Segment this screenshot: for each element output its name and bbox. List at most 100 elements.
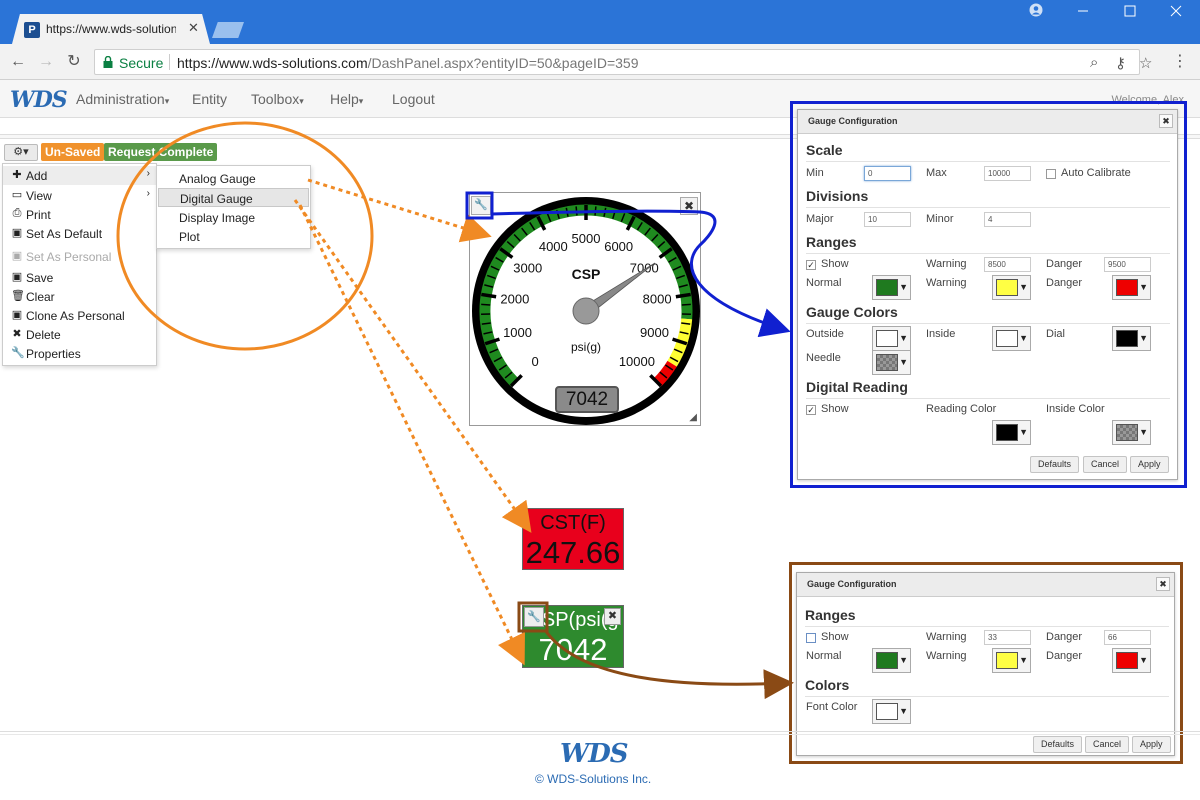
menu-item-add[interactable]: ✚ Add › — [3, 166, 156, 185]
menu-item-view[interactable]: ▭ View › — [3, 186, 156, 205]
font-color-picker[interactable]: ▼ — [872, 699, 911, 724]
digital-gauge-value: 247.66 — [525, 535, 621, 570]
submenu-digital-gauge[interactable]: Digital Gauge — [158, 188, 309, 207]
menu-item-clone-personal[interactable]: ▣ Clone As Personal — [3, 306, 156, 325]
menu-item-print[interactable]: ⎙ Print — [3, 205, 156, 224]
nav-entity[interactable]: Entity — [192, 91, 227, 107]
divisions-major-input[interactable]: 10 — [864, 212, 911, 227]
apply-button[interactable]: Apply — [1130, 456, 1169, 473]
orange-arrow-analog — [307, 178, 492, 243]
menu-item-set-personal: ▣ Set As Personal — [3, 247, 156, 266]
unsaved-badge: Un-Saved — [41, 143, 105, 161]
outside-color-picker[interactable]: ▼ — [872, 326, 911, 351]
url-input[interactable]: Secure https://www.wds-solutions.com/Das… — [94, 49, 1152, 75]
url-text: https://www.wds-solutions.com/DashPanel.… — [177, 55, 638, 71]
danger-threshold-input[interactable]: 66 — [1104, 630, 1151, 645]
dialog-close-icon[interactable]: ✖ — [1156, 577, 1170, 591]
ranges-show-checkbox[interactable]: ✓ — [806, 260, 816, 270]
address-bar-area: ← → ↻ Secure https://www.wds-solutions.c… — [0, 44, 1200, 80]
menu-item-delete[interactable]: ✖ Delete — [3, 325, 156, 344]
cancel-button[interactable]: Cancel — [1085, 736, 1130, 753]
menu-item-set-default[interactable]: ▣ Set As Default — [3, 224, 156, 243]
browser-tab[interactable]: P https://www.wds-solution ✕ — [12, 14, 210, 44]
danger-threshold-input[interactable]: 9500 — [1104, 257, 1151, 272]
submenu-display-image[interactable]: Display Image — [158, 208, 309, 227]
browser-menu-icon[interactable]: ⋮ — [1170, 52, 1190, 72]
back-icon[interactable]: ← — [8, 52, 28, 72]
danger-color-picker[interactable]: ▼ — [1112, 648, 1151, 673]
warning-color-picker[interactable]: ▼ — [992, 275, 1031, 300]
warning-threshold-input[interactable]: 8500 — [984, 257, 1031, 272]
reload-icon[interactable]: ↻ — [64, 52, 84, 72]
needle-color-picker[interactable]: ▼ — [872, 350, 911, 375]
nav-administration[interactable]: Administration▾ — [76, 91, 169, 107]
cancel-button[interactable]: Cancel — [1083, 456, 1128, 473]
ranges-show-checkbox[interactable] — [806, 633, 816, 643]
menu-item-clear[interactable]: 🗑 Clear — [3, 287, 156, 306]
dialog-close-icon[interactable]: ✖ — [1159, 114, 1173, 128]
menu-item-label: Delete — [26, 328, 61, 342]
section-ranges: Ranges — [805, 607, 856, 623]
new-tab-button[interactable] — [212, 22, 244, 38]
normal-color-swatch — [876, 652, 898, 669]
minimize-icon[interactable] — [1063, 2, 1103, 24]
digital-reading-show-checkbox[interactable]: ✓ — [806, 405, 816, 415]
inside-color-picker[interactable]: ▼ — [992, 326, 1031, 351]
save-icon: ▣ — [11, 250, 23, 262]
danger-color-picker[interactable]: ▼ — [1112, 275, 1151, 300]
forward-icon[interactable]: → — [36, 52, 56, 72]
digital-gauge-cst[interactable]: CST(F) 247.66 — [522, 508, 624, 570]
nav-toolbox[interactable]: Toolbox▾ — [251, 91, 304, 107]
nav-help[interactable]: Help▾ — [330, 91, 363, 107]
key-icon[interactable]: ⚷ — [1115, 54, 1126, 72]
dialog-header: Gauge Configuration ✖ — [798, 110, 1177, 134]
zoom-icon[interactable]: ⌕ — [1090, 54, 1098, 71]
menu-item-save[interactable]: ▣ Save — [3, 268, 156, 287]
reading-color-picker[interactable]: ▼ — [992, 420, 1031, 445]
submenu-label: Display Image — [179, 211, 256, 225]
warning-label: Warning — [926, 631, 967, 643]
scale-min-input[interactable]: 0 — [864, 166, 911, 181]
divisions-minor-input[interactable]: 4 — [984, 212, 1031, 227]
dial-color-swatch — [1116, 330, 1138, 347]
danger-label: Danger — [1046, 258, 1083, 270]
gear-menu-button[interactable]: ⚙▾ — [4, 144, 38, 161]
menu-item-label: View — [26, 189, 52, 203]
submenu-analog-gauge[interactable]: Analog Gauge — [158, 169, 309, 188]
gauge-digital-reading: 7042 — [555, 386, 619, 413]
wds-logo[interactable]: WDS — [10, 87, 68, 113]
warning-threshold-input[interactable]: 33 — [984, 630, 1031, 645]
inside-color-picker-reading[interactable]: ▼ — [1112, 420, 1151, 445]
profile-icon[interactable] — [1016, 2, 1056, 24]
normal-color-picker[interactable]: ▼ — [872, 648, 911, 673]
inside-color-swatch — [996, 330, 1018, 347]
tab-close-icon[interactable]: ✕ — [188, 20, 199, 36]
caret-down-icon: ▾ — [164, 96, 170, 106]
defaults-button[interactable]: Defaults — [1030, 456, 1080, 473]
analog-gauge-widget[interactable]: 0 1000 2000 3000 4000 5000 6000 7000 8000 9000 100… — [469, 192, 701, 426]
submenu-label: Digital Gauge — [180, 192, 253, 206]
scale-max-input[interactable]: 10000 — [984, 166, 1031, 181]
defaults-button[interactable]: Defaults — [1033, 736, 1083, 753]
resize-handle-icon[interactable]: ◢ — [689, 412, 697, 423]
bookmark-star-icon[interactable]: ☆ — [1139, 54, 1152, 72]
gauge-settings-wrench-icon[interactable]: 🔧 — [471, 196, 491, 215]
close-icon[interactable] — [1156, 2, 1196, 24]
normal-color-picker[interactable]: ▼ — [872, 275, 911, 300]
gauge-close-icon[interactable]: ✖ — [680, 197, 698, 215]
dial-color-picker[interactable]: ▼ — [1112, 326, 1151, 351]
submenu-plot[interactable]: Plot — [158, 227, 309, 246]
maximize-icon[interactable] — [1110, 2, 1150, 24]
section-divider — [806, 253, 1170, 254]
inside-label: Inside — [926, 328, 956, 340]
digital-gauge-wrench-icon[interactable]: 🔧 — [524, 607, 544, 627]
nav-logout[interactable]: Logout — [392, 91, 435, 107]
menu-item-properties[interactable]: 🔧 Properties — [3, 344, 156, 363]
gauge-major-tick — [675, 292, 691, 299]
warning-color-picker[interactable]: ▼ — [992, 648, 1031, 673]
digital-gauge-csp[interactable]: CSP(psi(g 7042 🔧 ✖ — [522, 605, 624, 668]
auto-calibrate-checkbox[interactable] — [1046, 169, 1056, 179]
digital-gauge-close-icon[interactable]: ✖ — [604, 608, 621, 625]
apply-button[interactable]: Apply — [1132, 736, 1171, 753]
caret-down-icon: ▾ — [299, 96, 304, 106]
